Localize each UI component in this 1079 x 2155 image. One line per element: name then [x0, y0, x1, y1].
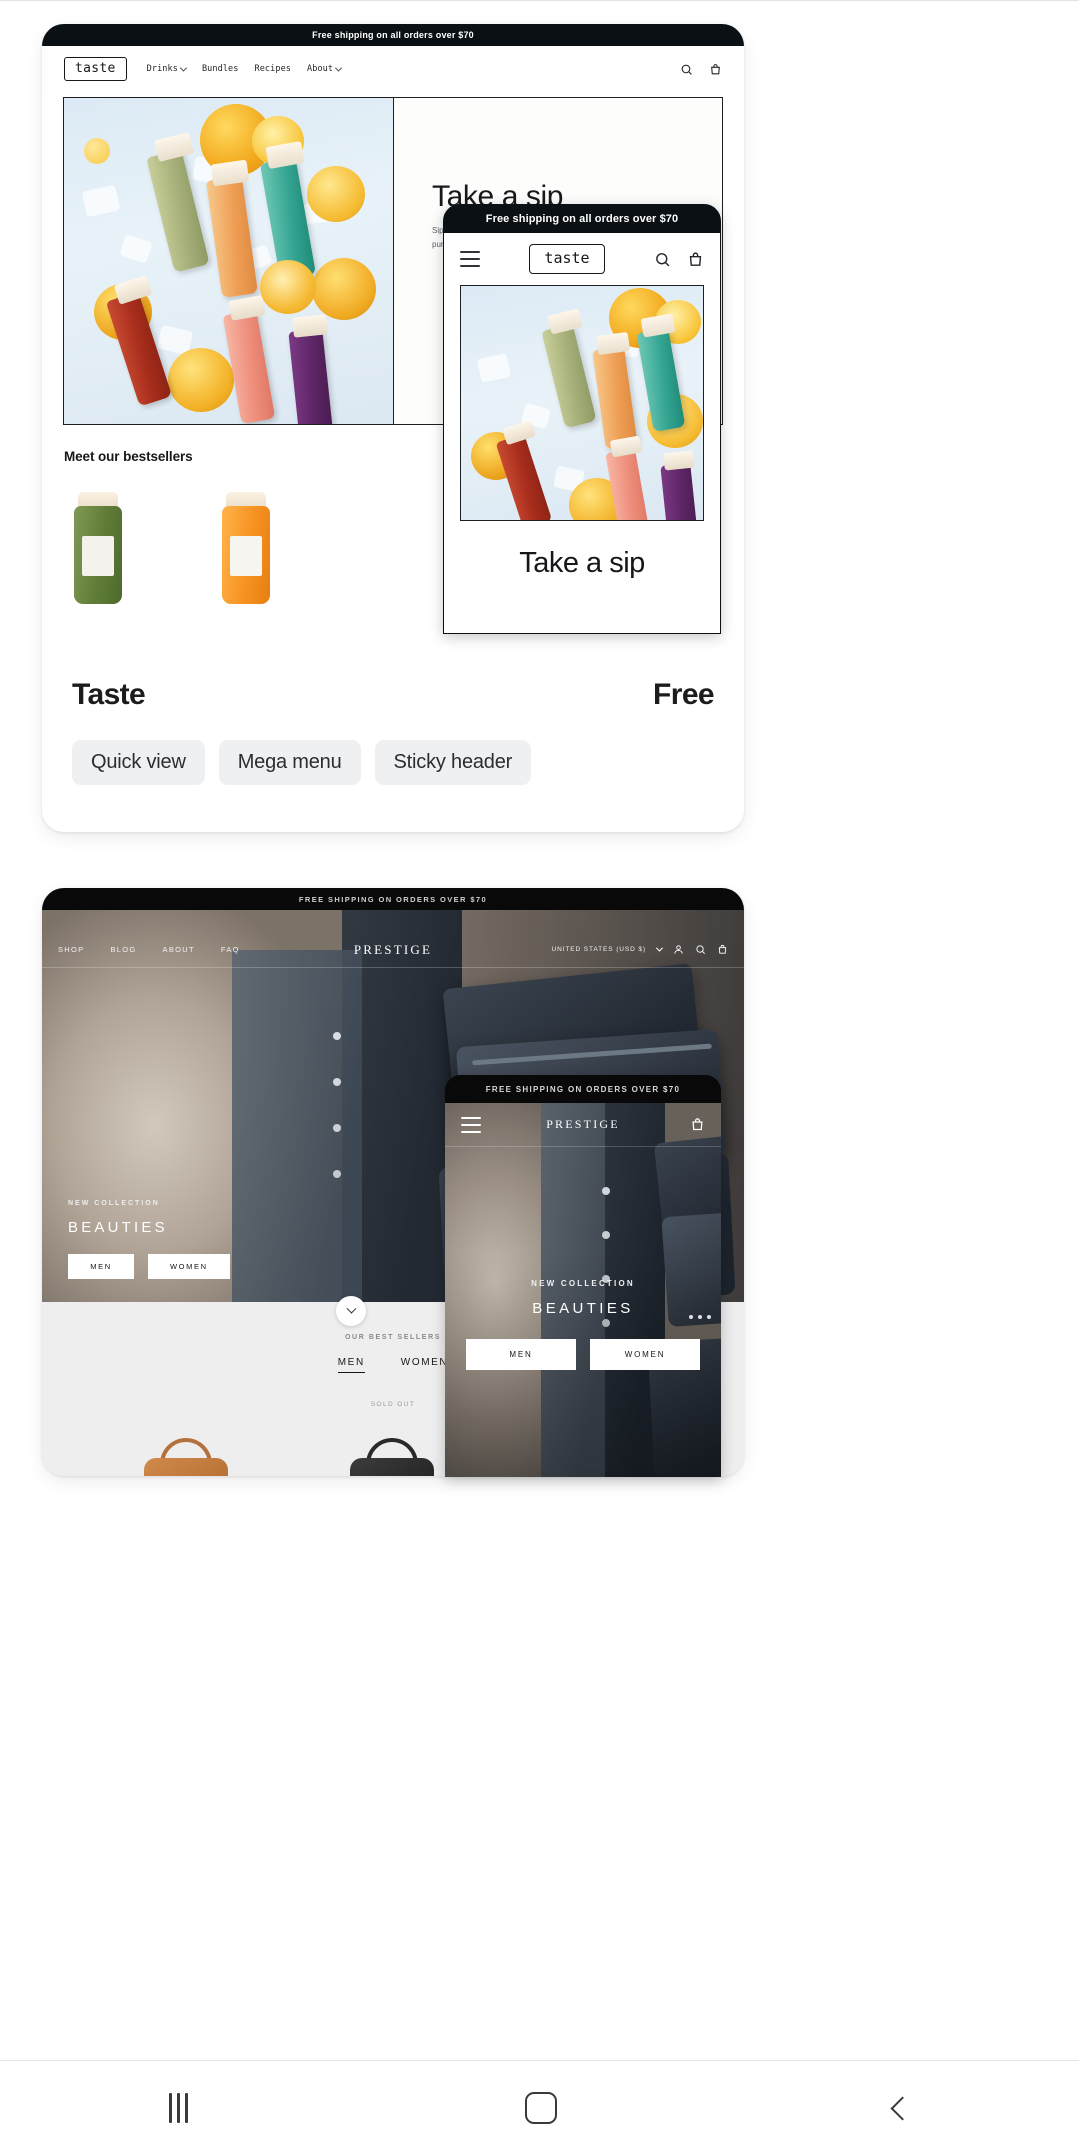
bestsellers-grid	[64, 492, 282, 604]
hero-copy: NEW COLLECTION BEAUTIES MEN WOMEN	[68, 1200, 230, 1279]
nav-label: Drinks	[146, 64, 178, 74]
logo[interactable]: PRESTIGE	[42, 942, 744, 958]
nav-item-recipes[interactable]: Recipes	[254, 64, 291, 74]
home-icon[interactable]	[524, 2092, 557, 2124]
announcement-bar: FREE SHIPPING ON ORDERS OVER $70	[42, 888, 744, 910]
product-card[interactable]	[138, 1438, 234, 1476]
mobile-preview-taste[interactable]: Free shipping on all orders over $70 tas…	[443, 204, 721, 634]
scroll-down-button[interactable]	[336, 1296, 366, 1326]
search-icon[interactable]	[680, 63, 693, 76]
system-navigation-bar	[0, 2060, 1079, 2155]
mobile-hero-heading: Take a sip	[519, 547, 645, 579]
site-header: taste Drinks Bundles Recipes About	[42, 46, 744, 92]
nav-item-bundles[interactable]: Bundles	[202, 64, 239, 74]
theme-meta: Taste Free	[72, 678, 715, 712]
mobile-hero-button-women[interactable]: WOMEN	[590, 1339, 700, 1370]
tag-quick-view[interactable]: Quick view	[72, 740, 205, 785]
hero-heading: BEAUTIES	[68, 1219, 168, 1236]
nav-label: Recipes	[254, 64, 292, 74]
tab-men[interactable]: MEN	[337, 1357, 365, 1373]
nav-label: About	[307, 64, 334, 74]
mobile-hero-buttons: MEN WOMEN	[445, 1339, 721, 1370]
mobile-hero-copy: NEW COLLECTION BEAUTIES MEN WOMEN	[445, 1279, 721, 1370]
hamburger-icon[interactable]	[460, 251, 480, 267]
mobile-announcement-text: FREE SHIPPING ON ORDERS OVER $70	[485, 1084, 681, 1094]
chevron-down-icon	[346, 1303, 356, 1314]
theme-name: Taste	[72, 678, 146, 711]
hero-image	[64, 98, 394, 424]
announcement-bar: Free shipping on all orders over $70	[42, 24, 744, 46]
feature-tags: Quick view Mega menu Sticky header	[72, 740, 532, 785]
tab-women[interactable]: WOMEN	[401, 1357, 448, 1373]
chevron-down-icon	[179, 64, 187, 72]
top-divider	[0, 0, 1079, 1]
back-icon[interactable]	[889, 2095, 915, 2121]
recents-icon[interactable]	[168, 2093, 188, 2123]
product-card[interactable]	[64, 492, 134, 604]
hero-button-women[interactable]: WOMEN	[148, 1254, 230, 1279]
main-nav: Drinks Bundles Recipes About	[146, 64, 343, 74]
nav-label: Bundles	[201, 64, 239, 74]
tag-mega-menu[interactable]: Mega menu	[218, 740, 361, 785]
mobile-preview-prestige[interactable]: FREE SHIPPING ON ORDERS OVER $70 PRESTIG…	[445, 1075, 721, 1477]
theme-price: Free	[653, 678, 715, 711]
mobile-header: PRESTIGE	[445, 1103, 721, 1147]
mobile-logo[interactable]: taste	[529, 244, 605, 274]
announcement-text: FREE SHIPPING ON ORDERS OVER $70	[298, 894, 488, 904]
logo[interactable]: taste	[64, 57, 127, 81]
hero-eyebrow: NEW COLLECTION	[68, 1200, 160, 1207]
cart-icon[interactable]	[687, 251, 704, 268]
mobile-hero-button-men[interactable]: MEN	[466, 1339, 576, 1370]
hero-button-men[interactable]: MEN	[68, 1254, 134, 1279]
header-actions	[680, 63, 722, 76]
chevron-down-icon	[335, 64, 343, 72]
mobile-announcement-text: Free shipping on all orders over $70	[485, 213, 679, 225]
site-header: SHOP BLOG ABOUT FAQ PRESTIGE UNITED STAT…	[42, 932, 744, 968]
product-card[interactable]	[212, 492, 282, 604]
mobile-header-actions	[654, 251, 704, 268]
hero-buttons: MEN WOMEN	[68, 1254, 230, 1279]
mobile-announcement-bar: FREE SHIPPING ON ORDERS OVER $70	[445, 1075, 721, 1103]
announcement-text: Free shipping on all orders over $70	[312, 30, 474, 40]
mobile-viewport: taste Take a sip	[444, 233, 720, 633]
mobile-announcement-bar: Free shipping on all orders over $70	[444, 205, 720, 233]
tag-sticky-header[interactable]: Sticky header	[374, 740, 532, 785]
mobile-header: taste	[444, 233, 720, 285]
product-grid	[138, 1438, 440, 1476]
search-icon[interactable]	[654, 251, 671, 268]
mobile-viewport: PRESTIGE NEW COLLECTION BEAUTIES MEN WOM…	[445, 1103, 721, 1477]
product-card[interactable]	[344, 1438, 440, 1476]
bestsellers-heading: Meet our bestsellers	[64, 449, 193, 464]
carousel-dots[interactable]	[689, 1315, 711, 1319]
nav-item-about[interactable]: About	[307, 64, 343, 74]
mobile-logo[interactable]: PRESTIGE	[445, 1117, 721, 1132]
mobile-hero-heading: BEAUTIES	[532, 1300, 634, 1317]
card-footer: Taste Free Quick view Mega menu Sticky h…	[42, 638, 744, 832]
nav-item-drinks[interactable]: Drinks	[146, 64, 187, 74]
cart-icon[interactable]	[709, 63, 722, 76]
mobile-hero-eyebrow: NEW COLLECTION	[531, 1279, 635, 1288]
mobile-hero-image	[460, 285, 704, 521]
